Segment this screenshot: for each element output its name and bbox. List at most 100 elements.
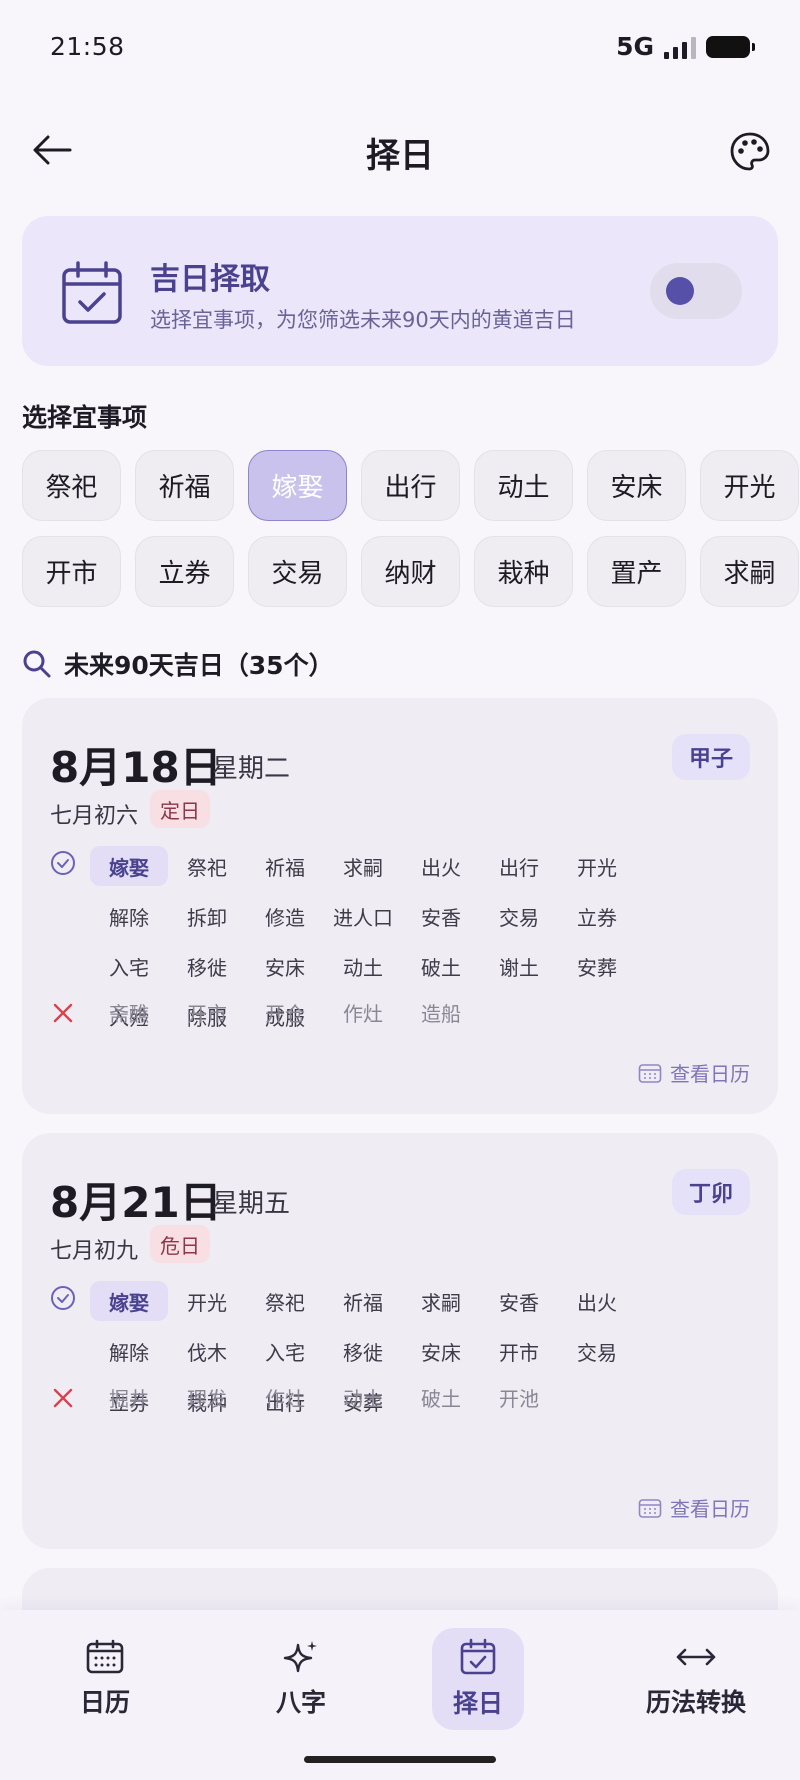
nav-label: 日历 — [79, 1688, 130, 1717]
good-tag: 安床 — [265, 955, 305, 980]
filter-chip[interactable]: 栽种 — [474, 536, 573, 607]
day-card[interactable]: 8月18日 星期二 甲子 七月初六 定日 嫁娶 祭祀 祈福 求嗣 出火 出行 开… — [22, 698, 778, 1114]
nav-item-calendar-conversion[interactable]: 历法转换 — [628, 1628, 764, 1730]
good-tag: 求嗣 — [421, 1290, 461, 1315]
nav-label: 择日 — [452, 1689, 503, 1718]
good-tag: 交易 — [577, 1340, 617, 1365]
nav-item-calendar[interactable]: 日历 — [40, 1628, 170, 1730]
good-tag: 祈福 — [265, 855, 305, 880]
calendar-check-icon — [460, 1638, 496, 1675]
filter-section-label: 选择宜事项 — [22, 403, 148, 432]
nav-label: 八字 — [275, 1688, 326, 1717]
status-bar: 21:58 5G — [0, 0, 800, 90]
status-indicators: 5G — [616, 32, 755, 61]
good-tag: 祭祀 — [265, 1290, 305, 1315]
bad-tag: 动土 — [343, 1386, 383, 1411]
signal-icon — [664, 35, 696, 59]
nav-label: 历法转换 — [645, 1688, 746, 1717]
bad-tag: 作灶 — [265, 1386, 305, 1411]
nav-item-bazi[interactable]: 八字 — [236, 1628, 366, 1730]
good-tag: 立券 — [577, 905, 617, 930]
filter-chip[interactable]: 开市 — [22, 536, 121, 607]
calendar-icon — [638, 1063, 662, 1083]
toggle-knob — [666, 277, 694, 305]
app-header: 择日 — [0, 100, 800, 205]
good-tag: 动土 — [343, 955, 383, 980]
bad-tag: 掘井 — [109, 1386, 149, 1411]
good-tag: 祈福 — [343, 1290, 383, 1315]
bad-tag: 破土 — [421, 1386, 461, 1411]
card-date: 8月18日 — [50, 743, 222, 792]
banner-title: 吉日择取 — [150, 262, 270, 297]
card-weekday: 星期五 — [212, 1189, 291, 1219]
view-calendar-link[interactable]: 查看日历 — [638, 1058, 750, 1087]
good-tag: 解除 — [109, 905, 149, 930]
good-tag: 祭祀 — [187, 855, 227, 880]
results-count-label: 未来90天吉日（35个） — [64, 651, 334, 680]
good-tag: 伐木 — [187, 1340, 227, 1365]
filter-chip[interactable]: 立券 — [135, 536, 234, 607]
filter-chip[interactable]: 求嗣 — [700, 536, 799, 607]
cross-icon — [53, 1003, 73, 1023]
good-tag: 安床 — [421, 1340, 461, 1365]
bad-tag: 开市 — [187, 1001, 227, 1026]
good-tag: 修造 — [265, 905, 305, 930]
filter-chip[interactable]: 安床 — [587, 450, 686, 521]
card-date: 8月21日 — [50, 1178, 222, 1227]
bad-tag: 斋醮 — [109, 1001, 149, 1026]
view-calendar-label: 查看日历 — [670, 1062, 750, 1086]
ganzhi-badge: 丁卯 — [672, 1169, 750, 1215]
calendar-icon — [638, 1498, 662, 1518]
good-tag: 出火 — [421, 855, 461, 880]
select-date-screen: 21:58 5G 择日 吉日择取 选择宜事项，为您筛选未来90天内的黄道吉日 选… — [0, 0, 800, 1780]
check-circle-icon — [51, 1286, 75, 1310]
lunar-date: 七月初九 — [50, 1239, 139, 1264]
day-card[interactable]: 8月21日 星期五 丁卯 七月初九 危日 嫁娶 开光 祭祀 祈福 求嗣 安香 出… — [22, 1133, 778, 1549]
filter-chip[interactable]: 开光 — [700, 450, 799, 521]
good-tag: 破土 — [421, 955, 461, 980]
bad-tag: 开池 — [499, 1386, 539, 1411]
filter-chip[interactable]: 交易 — [248, 536, 347, 607]
home-indicator[interactable] — [304, 1756, 496, 1763]
bad-tag: 作灶 — [343, 1001, 383, 1026]
good-tag: 谢土 — [499, 955, 539, 980]
banner-description: 选择宜事项，为您筛选未来90天内的黄道吉日 — [150, 308, 576, 332]
good-tag: 出火 — [577, 1290, 617, 1315]
filter-chip[interactable]: 出行 — [361, 450, 460, 521]
good-tag: 入宅 — [109, 955, 149, 980]
theme-button[interactable] — [724, 126, 776, 178]
page-title: 择日 — [366, 136, 434, 176]
good-tag: 开光 — [187, 1290, 227, 1315]
status-time: 21:58 — [50, 32, 125, 61]
good-tag: 移徙 — [187, 955, 227, 980]
nav-item-select-date[interactable]: 择日 — [432, 1628, 524, 1730]
bad-tag: 开仓 — [265, 1001, 305, 1026]
good-tag: 开光 — [577, 855, 617, 880]
good-tag: 移徙 — [343, 1340, 383, 1365]
filter-chip[interactable]: 置产 — [587, 536, 686, 607]
good-tag: 交易 — [499, 905, 539, 930]
good-tag: 安葬 — [577, 955, 617, 980]
view-calendar-link[interactable]: 查看日历 — [638, 1493, 750, 1522]
palette-icon — [730, 132, 770, 171]
swap-horizontal-icon — [676, 1648, 716, 1666]
good-tag: 入宅 — [265, 1340, 305, 1365]
filter-chip[interactable]: 祈福 — [135, 450, 234, 521]
network-type: 5G — [616, 32, 654, 61]
battery-icon — [706, 35, 755, 58]
filter-chip[interactable]: 动土 — [474, 450, 573, 521]
bad-tag: 理发 — [187, 1386, 227, 1411]
search-icon — [23, 650, 51, 678]
good-tag: 安香 — [499, 1290, 539, 1315]
calendar-check-icon — [62, 261, 122, 324]
good-tag: 拆卸 — [187, 905, 227, 930]
filter-chip[interactable]: 纳财 — [361, 536, 460, 607]
check-circle-icon — [51, 851, 75, 875]
good-tag: 嫁娶 — [90, 1281, 168, 1321]
good-tag: 安香 — [421, 905, 461, 930]
filter-chip-selected[interactable]: 嫁娶 — [248, 450, 347, 521]
results-header: 未来90天吉日（35个） — [22, 646, 334, 682]
auspicious-filter-toggle[interactable] — [650, 263, 742, 319]
view-calendar-label: 查看日历 — [670, 1497, 750, 1521]
filter-chip[interactable]: 祭祀 — [22, 450, 121, 521]
